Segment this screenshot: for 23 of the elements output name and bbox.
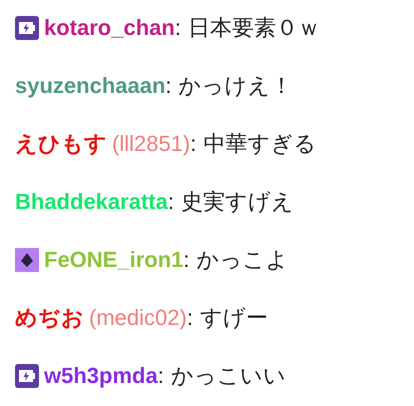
- chat-message: 日本要素０ｗ: [188, 14, 320, 42]
- chat-message: かっこいい: [170, 362, 286, 390]
- colon-separator: :: [165, 72, 172, 100]
- colon-separator: :: [186, 304, 193, 332]
- chat-login: (medic02): [89, 304, 187, 332]
- chat-username[interactable]: w5h3pmda: [44, 361, 158, 391]
- battery-bolt-icon: [15, 364, 39, 388]
- chat-username[interactable]: えひもす: [15, 129, 107, 159]
- chat-username[interactable]: kotaro_chan: [44, 13, 175, 43]
- colon-separator: :: [158, 362, 164, 390]
- chat-message: 史実すげえ: [180, 188, 294, 216]
- chat-message: かっこよ: [196, 246, 288, 274]
- colon-separator: :: [168, 188, 174, 216]
- colon-separator: :: [174, 14, 181, 42]
- chat-login: (lll2851): [112, 130, 190, 158]
- chat-message: かっけえ！: [178, 72, 293, 100]
- chat-username[interactable]: めぢお: [15, 303, 84, 333]
- chat-username[interactable]: syuzenchaaan: [15, 71, 166, 101]
- chat-message: 中華すぎる: [203, 130, 316, 158]
- chat-message: すげー: [200, 304, 268, 332]
- colon-separator: :: [183, 246, 190, 274]
- battery-bolt-icon: [15, 16, 39, 40]
- colon-separator: :: [190, 130, 196, 158]
